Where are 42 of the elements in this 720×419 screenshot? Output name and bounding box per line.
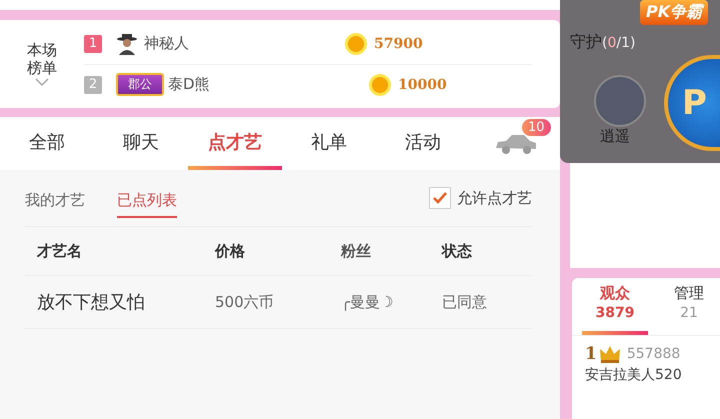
column-header: 才艺名 xyxy=(37,242,83,260)
coin-icon xyxy=(368,72,392,96)
coin-icon xyxy=(344,32,368,56)
rank-number: 1 xyxy=(585,344,597,364)
tab[interactable]: 全部 xyxy=(0,117,94,170)
user-name: 神秘人 xyxy=(144,34,190,53)
sub-tab[interactable]: 已点列表 xyxy=(117,178,177,218)
audience-tab[interactable]: 观众 3879 xyxy=(582,278,648,335)
chevron-down-icon[interactable] xyxy=(35,77,49,87)
tab[interactable]: 聊天 xyxy=(94,117,188,170)
table-cell-text: 放不下想又怕 xyxy=(37,291,146,314)
ranking-label: 本场榜单 xyxy=(26,41,58,77)
guard-title: 守护(0/1) xyxy=(570,32,636,53)
count-badge: 10 xyxy=(522,119,551,136)
checkbox-label: 允许点才艺 xyxy=(457,188,532,208)
crown-icon xyxy=(598,344,621,364)
avatar[interactable] xyxy=(594,75,646,127)
audience-tab[interactable]: 管理 21 xyxy=(662,278,716,335)
column-header: 价格 xyxy=(215,242,246,260)
hat-person-icon xyxy=(116,32,138,54)
car-icon[interactable] xyxy=(494,132,538,154)
column-header: 粉丝 xyxy=(341,242,372,260)
column-header: 状态 xyxy=(442,242,473,260)
guard-name: 逍遥 xyxy=(600,127,631,146)
tab[interactable]: 活动 xyxy=(376,117,470,170)
tab[interactable]: 礼单 xyxy=(282,117,376,170)
user-id: 557888 xyxy=(626,346,680,362)
round-play-button[interactable]: P xyxy=(664,55,720,151)
user-name: 泰D熊 xyxy=(168,75,211,94)
coin-amount: 10000 xyxy=(398,76,447,92)
checkbox[interactable] xyxy=(429,187,451,209)
table-cell-text: 500六币 xyxy=(215,292,275,312)
rank-number: 2 xyxy=(84,76,102,94)
user-name: 安吉拉美人520 xyxy=(585,367,682,383)
coin-amount: 57900 xyxy=(374,36,423,52)
table-cell-text: 已同意 xyxy=(442,292,488,312)
sub-tab[interactable]: 我的才艺 xyxy=(25,178,85,218)
title-badge: 郡公 xyxy=(116,73,164,96)
checkmark-icon xyxy=(433,192,447,204)
rank-number: 1 xyxy=(84,34,102,52)
table-cell-text: ╭曼曼☽ xyxy=(341,292,394,312)
tab[interactable]: 点才艺 xyxy=(188,117,282,170)
